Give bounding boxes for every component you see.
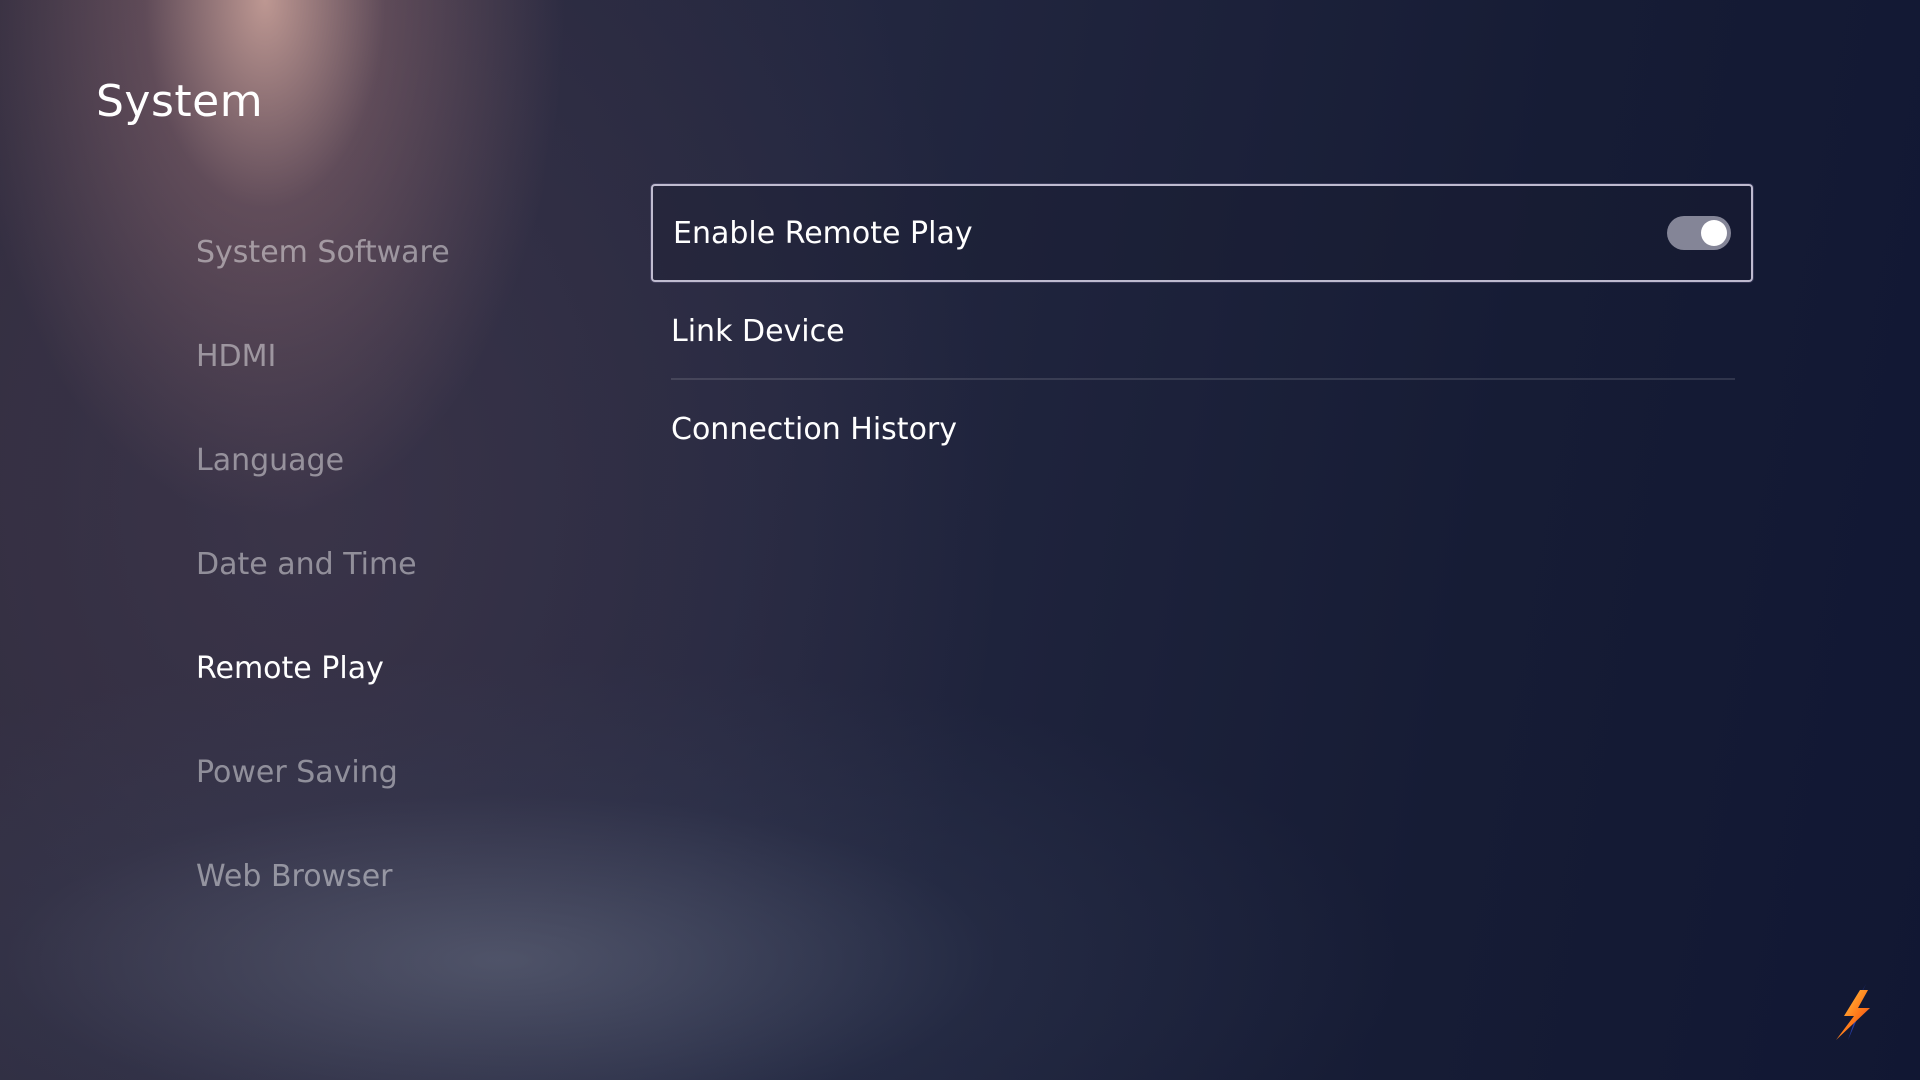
connection-history-option[interactable]: Connection History xyxy=(651,380,1753,478)
page-title: System xyxy=(96,76,264,127)
sidebar-item-remote-play[interactable]: Remote Play xyxy=(196,616,616,720)
sidebar-item-system-software[interactable]: System Software xyxy=(196,200,616,304)
settings-panel: Enable Remote Play Link Device Connectio… xyxy=(651,184,1753,478)
sidebar-item-date-and-time[interactable]: Date and Time xyxy=(196,512,616,616)
toggle-knob xyxy=(1701,220,1727,246)
sidebar-item-language[interactable]: Language xyxy=(196,408,616,512)
link-device-option[interactable]: Link Device xyxy=(651,282,1753,380)
enable-remote-play-option[interactable]: Enable Remote Play xyxy=(651,184,1753,282)
connection-history-label: Connection History xyxy=(671,411,958,447)
enable-remote-play-label: Enable Remote Play xyxy=(673,215,973,251)
sidebar-item-power-saving[interactable]: Power Saving xyxy=(196,720,616,824)
sidebar-item-hdmi[interactable]: HDMI xyxy=(196,304,616,408)
sidebar-menu: System Software HDMI Language Date and T… xyxy=(196,200,616,928)
link-device-label: Link Device xyxy=(671,313,845,349)
sidebar-item-web-browser[interactable]: Web Browser xyxy=(196,824,616,928)
enable-remote-play-toggle[interactable] xyxy=(1667,216,1731,250)
lightning-logo-icon xyxy=(1836,984,1870,1040)
